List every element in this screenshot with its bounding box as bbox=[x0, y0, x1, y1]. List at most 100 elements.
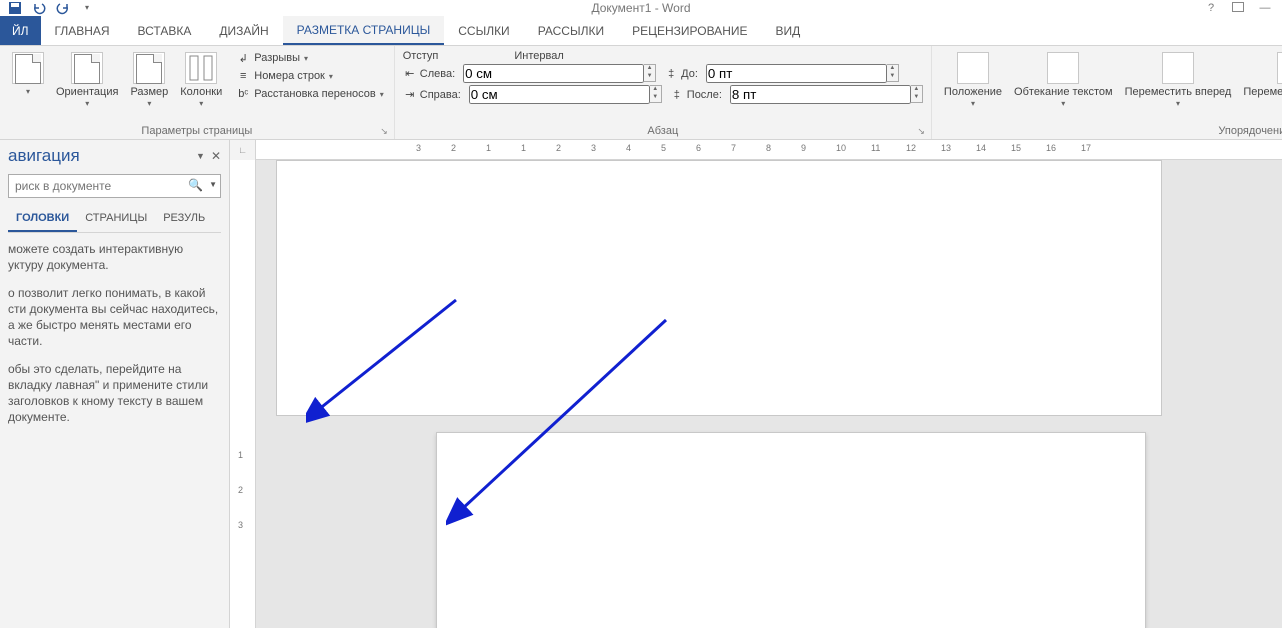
spinner[interactable]: ▲▼ bbox=[644, 64, 656, 82]
nav-body: можете создать интерактивную уктуру доку… bbox=[8, 241, 221, 437]
size-button[interactable]: Размер▾ bbox=[126, 50, 172, 112]
indent-left-input[interactable] bbox=[463, 64, 644, 83]
send-backward-button[interactable]: Переместить назад▾ bbox=[1239, 50, 1282, 112]
ruler-tick: 3 bbox=[591, 143, 596, 153]
ruler-tick: 3 bbox=[238, 520, 243, 530]
ribbon-options-icon[interactable] bbox=[1232, 2, 1244, 12]
ruler-tick: 12 bbox=[906, 143, 916, 153]
spacing-after-input[interactable] bbox=[730, 85, 911, 104]
nav-close-icon[interactable]: ✕ bbox=[211, 149, 221, 163]
minimize-icon[interactable]: — bbox=[1258, 2, 1272, 14]
wrap-text-button[interactable]: Обтекание текстом▾ bbox=[1010, 50, 1117, 112]
columns-button[interactable]: Колонки▾ bbox=[176, 50, 226, 112]
nav-search: 🔍 ▼ bbox=[8, 174, 221, 198]
hyphenation-icon: bᶜ bbox=[236, 87, 250, 101]
workspace: авигация ▼ ✕ 🔍 ▼ ГОЛОВКИ СТРАНИЦЫ РЕЗУЛЬ… bbox=[0, 140, 1282, 628]
breaks-icon: ↲ bbox=[236, 51, 250, 65]
nav-tab-results[interactable]: РЕЗУЛЬ bbox=[155, 206, 213, 232]
ruler-tick: 1 bbox=[486, 143, 491, 153]
group-page-setup: ▾ Ориентация▾ Размер▾ Колонки▾ ↲Разрывы▾… bbox=[0, 46, 395, 139]
ruler-tick: 4 bbox=[626, 143, 631, 153]
undo-icon[interactable] bbox=[28, 1, 50, 15]
ruler-tick: 2 bbox=[556, 143, 561, 153]
qat-customize-icon[interactable]: ▾ bbox=[76, 1, 98, 15]
previous-page-fragment[interactable] bbox=[276, 160, 1162, 416]
ruler-tick: 15 bbox=[1011, 143, 1021, 153]
tab-mailings[interactable]: РАССЫЛКИ bbox=[524, 16, 618, 45]
tab-references[interactable]: ССЫЛКИ bbox=[444, 16, 523, 45]
page-container[interactable] bbox=[256, 160, 1282, 628]
ruler-tick: 17 bbox=[1081, 143, 1091, 153]
group-paragraph: Отступ Интервал ⇤Слева: ▲▼ ‡До: ▲▼ ⇥Спра… bbox=[395, 46, 932, 139]
ruler-tick: 16 bbox=[1046, 143, 1056, 153]
line-numbers-icon: ≡ bbox=[236, 69, 250, 83]
spacing-before-input[interactable] bbox=[706, 64, 887, 83]
spinner[interactable]: ▲▼ bbox=[911, 85, 923, 103]
tab-insert[interactable]: ВСТАВКА bbox=[124, 16, 206, 45]
spacing-after-icon: ‡ bbox=[670, 88, 684, 102]
tab-selector[interactable]: ∟ bbox=[230, 140, 256, 160]
ruler-tick: 1 bbox=[521, 143, 526, 153]
nav-tab-pages[interactable]: СТРАНИЦЫ bbox=[77, 206, 155, 232]
spinner[interactable]: ▲▼ bbox=[650, 85, 662, 103]
dialog-launcher-icon[interactable]: ↘ bbox=[380, 126, 388, 137]
horizontal-ruler-row: ∟ 3211234567891011121314151617 bbox=[230, 140, 1282, 160]
ruler-tick: 10 bbox=[836, 143, 846, 153]
tab-page-layout[interactable]: РАЗМЕТКА СТРАНИЦЫ bbox=[283, 16, 445, 45]
ruler-tick: 11 bbox=[871, 143, 880, 153]
window-controls: ? — bbox=[1204, 2, 1282, 14]
help-icon[interactable]: ? bbox=[1204, 2, 1218, 14]
ruler-tick: 3 bbox=[416, 143, 421, 153]
nav-tab-headings[interactable]: ГОЛОВКИ bbox=[8, 206, 77, 232]
ruler-tick: 14 bbox=[976, 143, 986, 153]
indent-right-input[interactable] bbox=[469, 85, 650, 104]
navigation-pane: авигация ▼ ✕ 🔍 ▼ ГОЛОВКИ СТРАНИЦЫ РЕЗУЛЬ… bbox=[0, 140, 230, 628]
hyphenation-button[interactable]: bᶜРасстановка переносов▾ bbox=[234, 86, 386, 102]
breaks-button[interactable]: ↲Разрывы▾ bbox=[234, 50, 386, 66]
ribbon-tabs: ЙЛ ГЛАВНАЯ ВСТАВКА ДИЗАЙН РАЗМЕТКА СТРАН… bbox=[0, 16, 1282, 46]
ruler-tick: 2 bbox=[238, 485, 243, 495]
group-arrange: Положение▾ Обтекание текстом▾ Переместит… bbox=[932, 46, 1282, 139]
margins-button[interactable]: ▾ bbox=[8, 50, 48, 100]
bring-forward-button[interactable]: Переместить вперед▾ bbox=[1121, 50, 1236, 112]
redo-icon[interactable] bbox=[52, 1, 74, 15]
group-label-arrange: Упорядочение bbox=[1218, 125, 1282, 137]
tab-file[interactable]: ЙЛ bbox=[0, 16, 41, 45]
quick-access-toolbar: ▾ bbox=[0, 1, 98, 15]
ruler-tick: 13 bbox=[941, 143, 951, 153]
search-icon[interactable]: 🔍 bbox=[188, 178, 203, 192]
ruler-tick: 5 bbox=[661, 143, 666, 153]
tab-design[interactable]: ДИЗАЙН bbox=[205, 16, 282, 45]
save-icon[interactable] bbox=[4, 1, 26, 15]
indent-right-icon: ⇥ bbox=[403, 88, 417, 102]
spinner[interactable]: ▲▼ bbox=[887, 64, 899, 82]
indent-header: Отступ bbox=[403, 50, 439, 62]
document-page[interactable] bbox=[436, 432, 1146, 628]
ruler-tick: 7 bbox=[731, 143, 736, 153]
document-title: Документ1 - Word bbox=[591, 1, 690, 15]
nav-dropdown-icon[interactable]: ▼ bbox=[196, 151, 205, 161]
document-area: ∟ 3211234567891011121314151617 123 bbox=[230, 140, 1282, 628]
position-button[interactable]: Положение▾ bbox=[940, 50, 1006, 112]
orientation-button[interactable]: Ориентация▾ bbox=[52, 50, 122, 112]
tab-review[interactable]: РЕЦЕНЗИРОВАНИЕ bbox=[618, 16, 761, 45]
group-label-paragraph: Абзац bbox=[647, 125, 678, 137]
ruler-tick: 9 bbox=[801, 143, 806, 153]
nav-pane-title: авигация bbox=[8, 146, 196, 166]
tab-view[interactable]: ВИД bbox=[761, 16, 814, 45]
indent-left-icon: ⇤ bbox=[403, 67, 417, 81]
ruler-tick: 2 bbox=[451, 143, 456, 153]
spacing-before-icon: ‡ bbox=[664, 67, 678, 81]
ruler-tick: 6 bbox=[696, 143, 701, 153]
spacing-header: Интервал bbox=[514, 50, 563, 62]
vertical-ruler[interactable]: 1 2 3 bbox=[230, 160, 256, 628]
ruler-tick: 1 bbox=[238, 450, 243, 460]
group-label-page-setup: Параметры страницы bbox=[141, 125, 252, 137]
dialog-launcher-icon[interactable]: ↘ bbox=[917, 126, 925, 137]
ruler-tick: 8 bbox=[766, 143, 771, 153]
tab-home[interactable]: ГЛАВНАЯ bbox=[41, 16, 124, 45]
line-numbers-button[interactable]: ≡Номера строк▾ bbox=[234, 68, 386, 84]
title-bar: ▾ Документ1 - Word ? — bbox=[0, 0, 1282, 16]
search-dropdown-icon[interactable]: ▼ bbox=[209, 180, 217, 189]
horizontal-ruler[interactable]: 3211234567891011121314151617 bbox=[256, 140, 1282, 159]
